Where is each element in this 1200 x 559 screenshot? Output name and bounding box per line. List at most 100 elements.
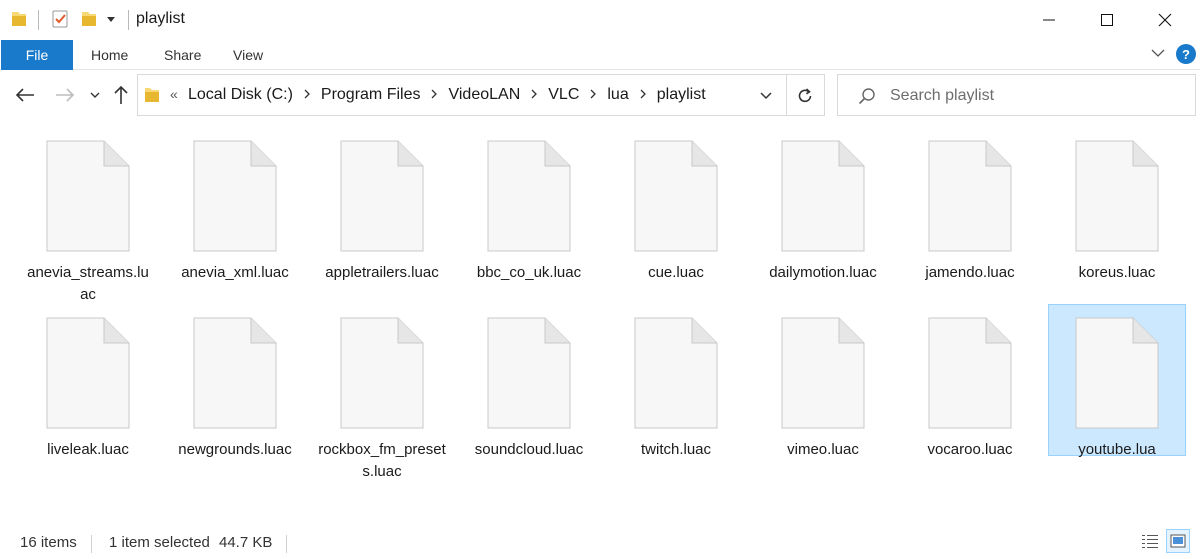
- status-bar: 16 items 1 item selected 44.7 KB: [0, 525, 1200, 559]
- file-item[interactable]: dailymotion.luac: [754, 127, 892, 285]
- file-item[interactable]: youtube.lua: [1048, 304, 1186, 458]
- file-name: soundcloud.luac: [474, 441, 584, 458]
- tab-file[interactable]: File: [1, 40, 73, 70]
- maximize-button[interactable]: [1078, 0, 1136, 40]
- file-name: newgrounds.luac: [178, 441, 292, 458]
- breadcrumb-videolan[interactable]: VideoLAN: [448, 86, 520, 104]
- file-icon: [193, 317, 277, 429]
- folder-icon[interactable]: [10, 9, 28, 29]
- file-icon: [193, 140, 277, 252]
- forward-button[interactable]: [54, 84, 76, 106]
- file-name: rockbox_fm_presets.luac: [318, 441, 446, 480]
- file-name: liveleak.luac: [47, 441, 129, 458]
- file-icon: [928, 140, 1012, 252]
- file-item[interactable]: jamendo.luac: [901, 127, 1039, 285]
- folder-icon: [144, 86, 160, 109]
- file-item[interactable]: cue.luac: [607, 127, 745, 285]
- navigation-bar: « Local Disk (C:) Program Files VideoLAN…: [0, 70, 1200, 120]
- breadcrumb: Local Disk (C:) Program Files VideoLAN V…: [188, 86, 706, 104]
- tab-share[interactable]: Share: [164, 40, 201, 70]
- file-icon: [487, 140, 571, 252]
- file-icon: [781, 317, 865, 429]
- file-item[interactable]: anevia_streams.luac: [19, 127, 157, 307]
- file-name: dailymotion.luac: [769, 264, 877, 281]
- large-icons-view-button[interactable]: [1166, 529, 1190, 553]
- chevron-right-icon[interactable]: [530, 88, 538, 102]
- arrow-up-icon: [114, 85, 128, 104]
- chevron-right-icon[interactable]: [589, 88, 597, 102]
- file-item[interactable]: rockbox_fm_presets.luac: [313, 304, 451, 484]
- file-name: anevia_xml.luac: [181, 264, 289, 281]
- help-button[interactable]: ?: [1176, 44, 1196, 64]
- search-box[interactable]: [837, 74, 1196, 116]
- address-divider: [786, 75, 787, 115]
- details-view-button[interactable]: [1138, 529, 1162, 553]
- file-icon: [781, 140, 865, 252]
- arrow-right-icon: [56, 88, 75, 102]
- chevron-right-icon[interactable]: [639, 88, 647, 102]
- file-name: anevia_streams.luac: [27, 264, 149, 303]
- file-name: jamendo.luac: [925, 264, 1015, 281]
- address-history-dropdown[interactable]: [756, 86, 776, 106]
- file-name: koreus.luac: [1078, 264, 1156, 281]
- breadcrumb-playlist[interactable]: playlist: [657, 86, 706, 104]
- properties-icon[interactable]: [50, 9, 70, 29]
- file-icon: [1075, 317, 1159, 429]
- breadcrumb-lua[interactable]: lua: [607, 86, 628, 104]
- chevron-right-icon[interactable]: [303, 88, 311, 102]
- selection-count: 1 item selected: [109, 534, 210, 551]
- file-name: bbc_co_uk.luac: [476, 264, 582, 281]
- file-icon: [634, 140, 718, 252]
- file-icon: [1075, 140, 1159, 252]
- toolbar-divider: [38, 10, 39, 30]
- breadcrumb-vlc[interactable]: VLC: [548, 86, 579, 104]
- customize-toolbar-dropdown-icon[interactable]: [106, 14, 116, 24]
- chevron-down-icon: [760, 92, 772, 100]
- file-item[interactable]: bbc_co_uk.luac: [460, 127, 598, 285]
- file-icon: [340, 317, 424, 429]
- minimize-button[interactable]: [1020, 0, 1078, 40]
- search-input[interactable]: [890, 84, 1180, 108]
- recent-locations-button[interactable]: [84, 84, 106, 106]
- file-name: youtube.lua: [1078, 441, 1156, 458]
- chevron-right-icon[interactable]: [430, 88, 438, 102]
- breadcrumb-program-files[interactable]: Program Files: [321, 86, 421, 104]
- file-icon: [340, 140, 424, 252]
- file-icon: [928, 317, 1012, 429]
- file-item[interactable]: vocaroo.luac: [901, 304, 1039, 462]
- file-item[interactable]: appletrailers.luac: [313, 127, 451, 285]
- file-item[interactable]: vimeo.luac: [754, 304, 892, 462]
- file-item[interactable]: twitch.luac: [607, 304, 745, 462]
- breadcrumb-local-disk[interactable]: Local Disk (C:): [188, 86, 293, 104]
- file-item[interactable]: soundcloud.luac: [460, 304, 598, 462]
- refresh-button[interactable]: [794, 85, 816, 107]
- file-name: cue.luac: [648, 264, 704, 281]
- large-icons-view-icon: [1170, 534, 1186, 548]
- close-button[interactable]: [1136, 0, 1194, 40]
- file-icon: [487, 317, 571, 429]
- arrow-left-icon: [15, 88, 34, 102]
- window-title: playlist: [136, 10, 185, 27]
- breadcrumb-overflow[interactable]: «: [170, 86, 178, 102]
- file-item[interactable]: koreus.luac: [1048, 127, 1186, 285]
- details-view-icon: [1142, 535, 1158, 548]
- toolbar-divider: [128, 10, 129, 30]
- file-icon: [46, 317, 130, 429]
- title-bar: playlist: [0, 0, 1200, 40]
- expand-ribbon-icon[interactable]: [1150, 45, 1166, 66]
- file-item[interactable]: anevia_xml.luac: [166, 127, 304, 285]
- tab-view[interactable]: View: [233, 40, 263, 70]
- back-button[interactable]: [14, 84, 36, 106]
- file-item[interactable]: liveleak.luac: [19, 304, 157, 462]
- file-name: vimeo.luac: [787, 441, 859, 458]
- tab-home[interactable]: Home: [91, 40, 128, 70]
- file-icon: [46, 140, 130, 252]
- chevron-down-icon: [90, 92, 100, 98]
- status-divider: [91, 535, 92, 553]
- file-item[interactable]: newgrounds.luac: [166, 304, 304, 462]
- new-folder-icon[interactable]: [80, 9, 98, 29]
- file-name: appletrailers.luac: [325, 264, 439, 281]
- address-bar[interactable]: « Local Disk (C:) Program Files VideoLAN…: [137, 74, 825, 116]
- up-button[interactable]: [110, 84, 132, 106]
- ribbon: File Home Share View ?: [0, 40, 1200, 70]
